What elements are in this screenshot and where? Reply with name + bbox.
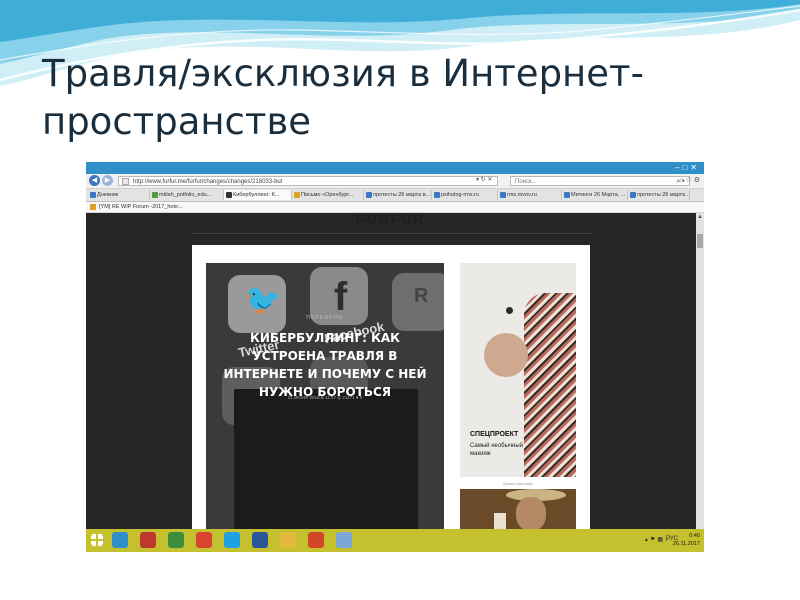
- bird-icon: 🐦: [244, 284, 282, 317]
- clock-time: 0:40: [689, 533, 700, 539]
- tab-label: Кибербуллинг: К...: [233, 192, 280, 198]
- skype-taskbar-icon[interactable]: [224, 532, 240, 548]
- tab-5[interactable]: psiholog-rms.ru: [432, 190, 498, 200]
- tab-2[interactable]: Кибербуллинг: К...: [224, 190, 292, 200]
- back-button[interactable]: ◀: [89, 175, 100, 186]
- facebook-icon: f: [334, 275, 348, 319]
- search-input[interactable]: Поиск... ⌕ ▾: [510, 176, 690, 186]
- chrome-taskbar-icon[interactable]: [196, 532, 212, 548]
- tab-8[interactable]: протесты 26 марта ...: [628, 190, 690, 200]
- tab-label: mklah_potfolio_edu...: [159, 192, 212, 198]
- web-page: FURFUR 🐦 f R Twitter Facebook ПЕРЕМЕНЫ К…: [86, 211, 704, 535]
- slide-title: Травля/эксклюзия в Интернет- пространств…: [42, 50, 782, 146]
- tab-favicon-icon: [294, 192, 300, 198]
- address-input[interactable]: http://www.furfur.me/furfur/changes/chan…: [118, 176, 498, 186]
- site-logo[interactable]: FURFUR: [356, 211, 426, 227]
- ie-taskbar-icon[interactable]: [112, 532, 128, 548]
- star-icon[interactable]: ☆: [685, 177, 693, 184]
- tab-1[interactable]: mklah_potfolio_edu...: [150, 190, 224, 200]
- tab-favicon-icon: [500, 192, 506, 198]
- hero-overlay: [234, 389, 418, 535]
- network-icon[interactable]: ▦: [657, 537, 665, 543]
- article-category[interactable]: ПЕРЕМЕНЫ: [206, 315, 444, 321]
- tab-4[interactable]: протесты 26 марта в...: [364, 190, 432, 200]
- favorite-item[interactable]: [YM] RE WIP Forum -2017_hote...: [99, 204, 183, 210]
- scrollbar-thumb[interactable]: [697, 234, 703, 248]
- article-meta: 21 ИЮНЯ 2016 В 11:57 ◎ 21171 ♥ 0: [287, 395, 363, 400]
- tab-favicon-icon: [630, 192, 636, 198]
- content-card: 🐦 f R Twitter Facebook ПЕРЕМЕНЫ КИБЕРБУЛ…: [192, 245, 590, 535]
- app9-taskbar-icon[interactable]: [336, 532, 352, 548]
- tab-strip: Дневник mklah_potfolio_edu... Кибербуллинг…: [86, 189, 704, 202]
- tab-label: Письмо «Оренбург...: [301, 192, 354, 198]
- app-letter-icon: R: [414, 285, 429, 307]
- app3-taskbar-icon[interactable]: [168, 532, 184, 548]
- gear-icon[interactable]: ⚙: [694, 177, 702, 184]
- tab-6[interactable]: rms.mvov.ru: [498, 190, 562, 200]
- tab-0[interactable]: Дневник: [88, 190, 150, 200]
- app6-taskbar-icon[interactable]: [252, 532, 268, 548]
- tab-label: rms.mvov.ru: [507, 192, 537, 198]
- screenshot-frame: –□✕ ◀ ▶ http://www.furfur.me/furfur/chan…: [86, 162, 704, 552]
- forward-button[interactable]: ▶: [102, 175, 113, 186]
- tab-label: протесты 26 марта в...: [373, 192, 431, 198]
- ad-caption[interactable]: Купить рекламу: [460, 481, 576, 486]
- clock[interactable]: 0:40 26.11.2017: [673, 532, 700, 548]
- article-headline[interactable]: КИБЕРБУЛЛИНГ: КАК УСТРОЕНА ТРАВЛЯ В ИНТЕ…: [220, 329, 430, 401]
- tab-favicon-icon: [564, 192, 570, 198]
- special-title: СПЕЦПРОЕКТ: [470, 431, 519, 438]
- tab-favicon-icon: [226, 192, 232, 198]
- scroll-up-icon[interactable]: ▲: [696, 213, 704, 221]
- tab-favicon-icon: [152, 192, 158, 198]
- divider: [191, 233, 591, 234]
- tab-7[interactable]: Митинги 26 Марта, ...: [562, 190, 628, 200]
- tab-label: протесты 26 марта ...: [637, 192, 690, 198]
- address-bar-row: ◀ ▶ http://www.furfur.me/furfur/changes/…: [86, 174, 704, 189]
- article-hero[interactable]: 🐦 f R Twitter Facebook ПЕРЕМЕНЫ КИБЕРБУЛ…: [206, 263, 444, 535]
- tab-label: psiholog-rms.ru: [441, 192, 479, 198]
- explorer-taskbar-icon[interactable]: [280, 532, 296, 548]
- dot-icon: [506, 307, 513, 314]
- search-placeholder: Поиск...: [515, 179, 537, 185]
- window-titlebar: –□✕: [86, 162, 704, 174]
- close-icon[interactable]: ✕: [690, 163, 700, 172]
- windows-taskbar: ▴⚑▦♪ РУС 0:40 26.11.2017: [86, 529, 704, 552]
- tab-favicon-icon: [90, 192, 96, 198]
- slide-title-line-2: пространстве: [42, 100, 312, 143]
- slide-title-line-1: Травля/эксклюзия в Интернет-: [42, 52, 644, 95]
- window-controls[interactable]: –□✕: [675, 163, 700, 172]
- favorite-icon: [90, 203, 96, 210]
- tab-label: Митинги 26 Марта, ...: [571, 192, 626, 198]
- browser-toolbar-icons[interactable]: ⌂☆⚙: [679, 176, 702, 184]
- windows-start-icon[interactable]: [91, 534, 103, 546]
- scrollbar[interactable]: [696, 213, 704, 529]
- hand-shape: [484, 333, 528, 377]
- special-project-banner[interactable]: СПЕЦПРОЕКТ Самый необычный макияж: [460, 263, 576, 477]
- page-icon: [122, 178, 129, 185]
- tab-3[interactable]: Письмо «Оренбург...: [292, 190, 364, 200]
- special-subtitle: Самый необычный макияж: [470, 443, 524, 457]
- cup-shape: [494, 513, 506, 529]
- address-tools[interactable]: ▾ ↻ ✕: [476, 176, 492, 183]
- app2-taskbar-icon[interactable]: [140, 532, 156, 548]
- app8-taskbar-icon[interactable]: [308, 532, 324, 548]
- face-shape: [516, 497, 546, 531]
- clock-date: 26.11.2017: [672, 541, 700, 547]
- tab-favicon-icon: [434, 192, 440, 198]
- tab-favicon-icon: [366, 192, 372, 198]
- url-text: http://www.furfur.me/furfur/changes/chan…: [133, 179, 283, 185]
- tab-label: Дневник: [97, 192, 119, 198]
